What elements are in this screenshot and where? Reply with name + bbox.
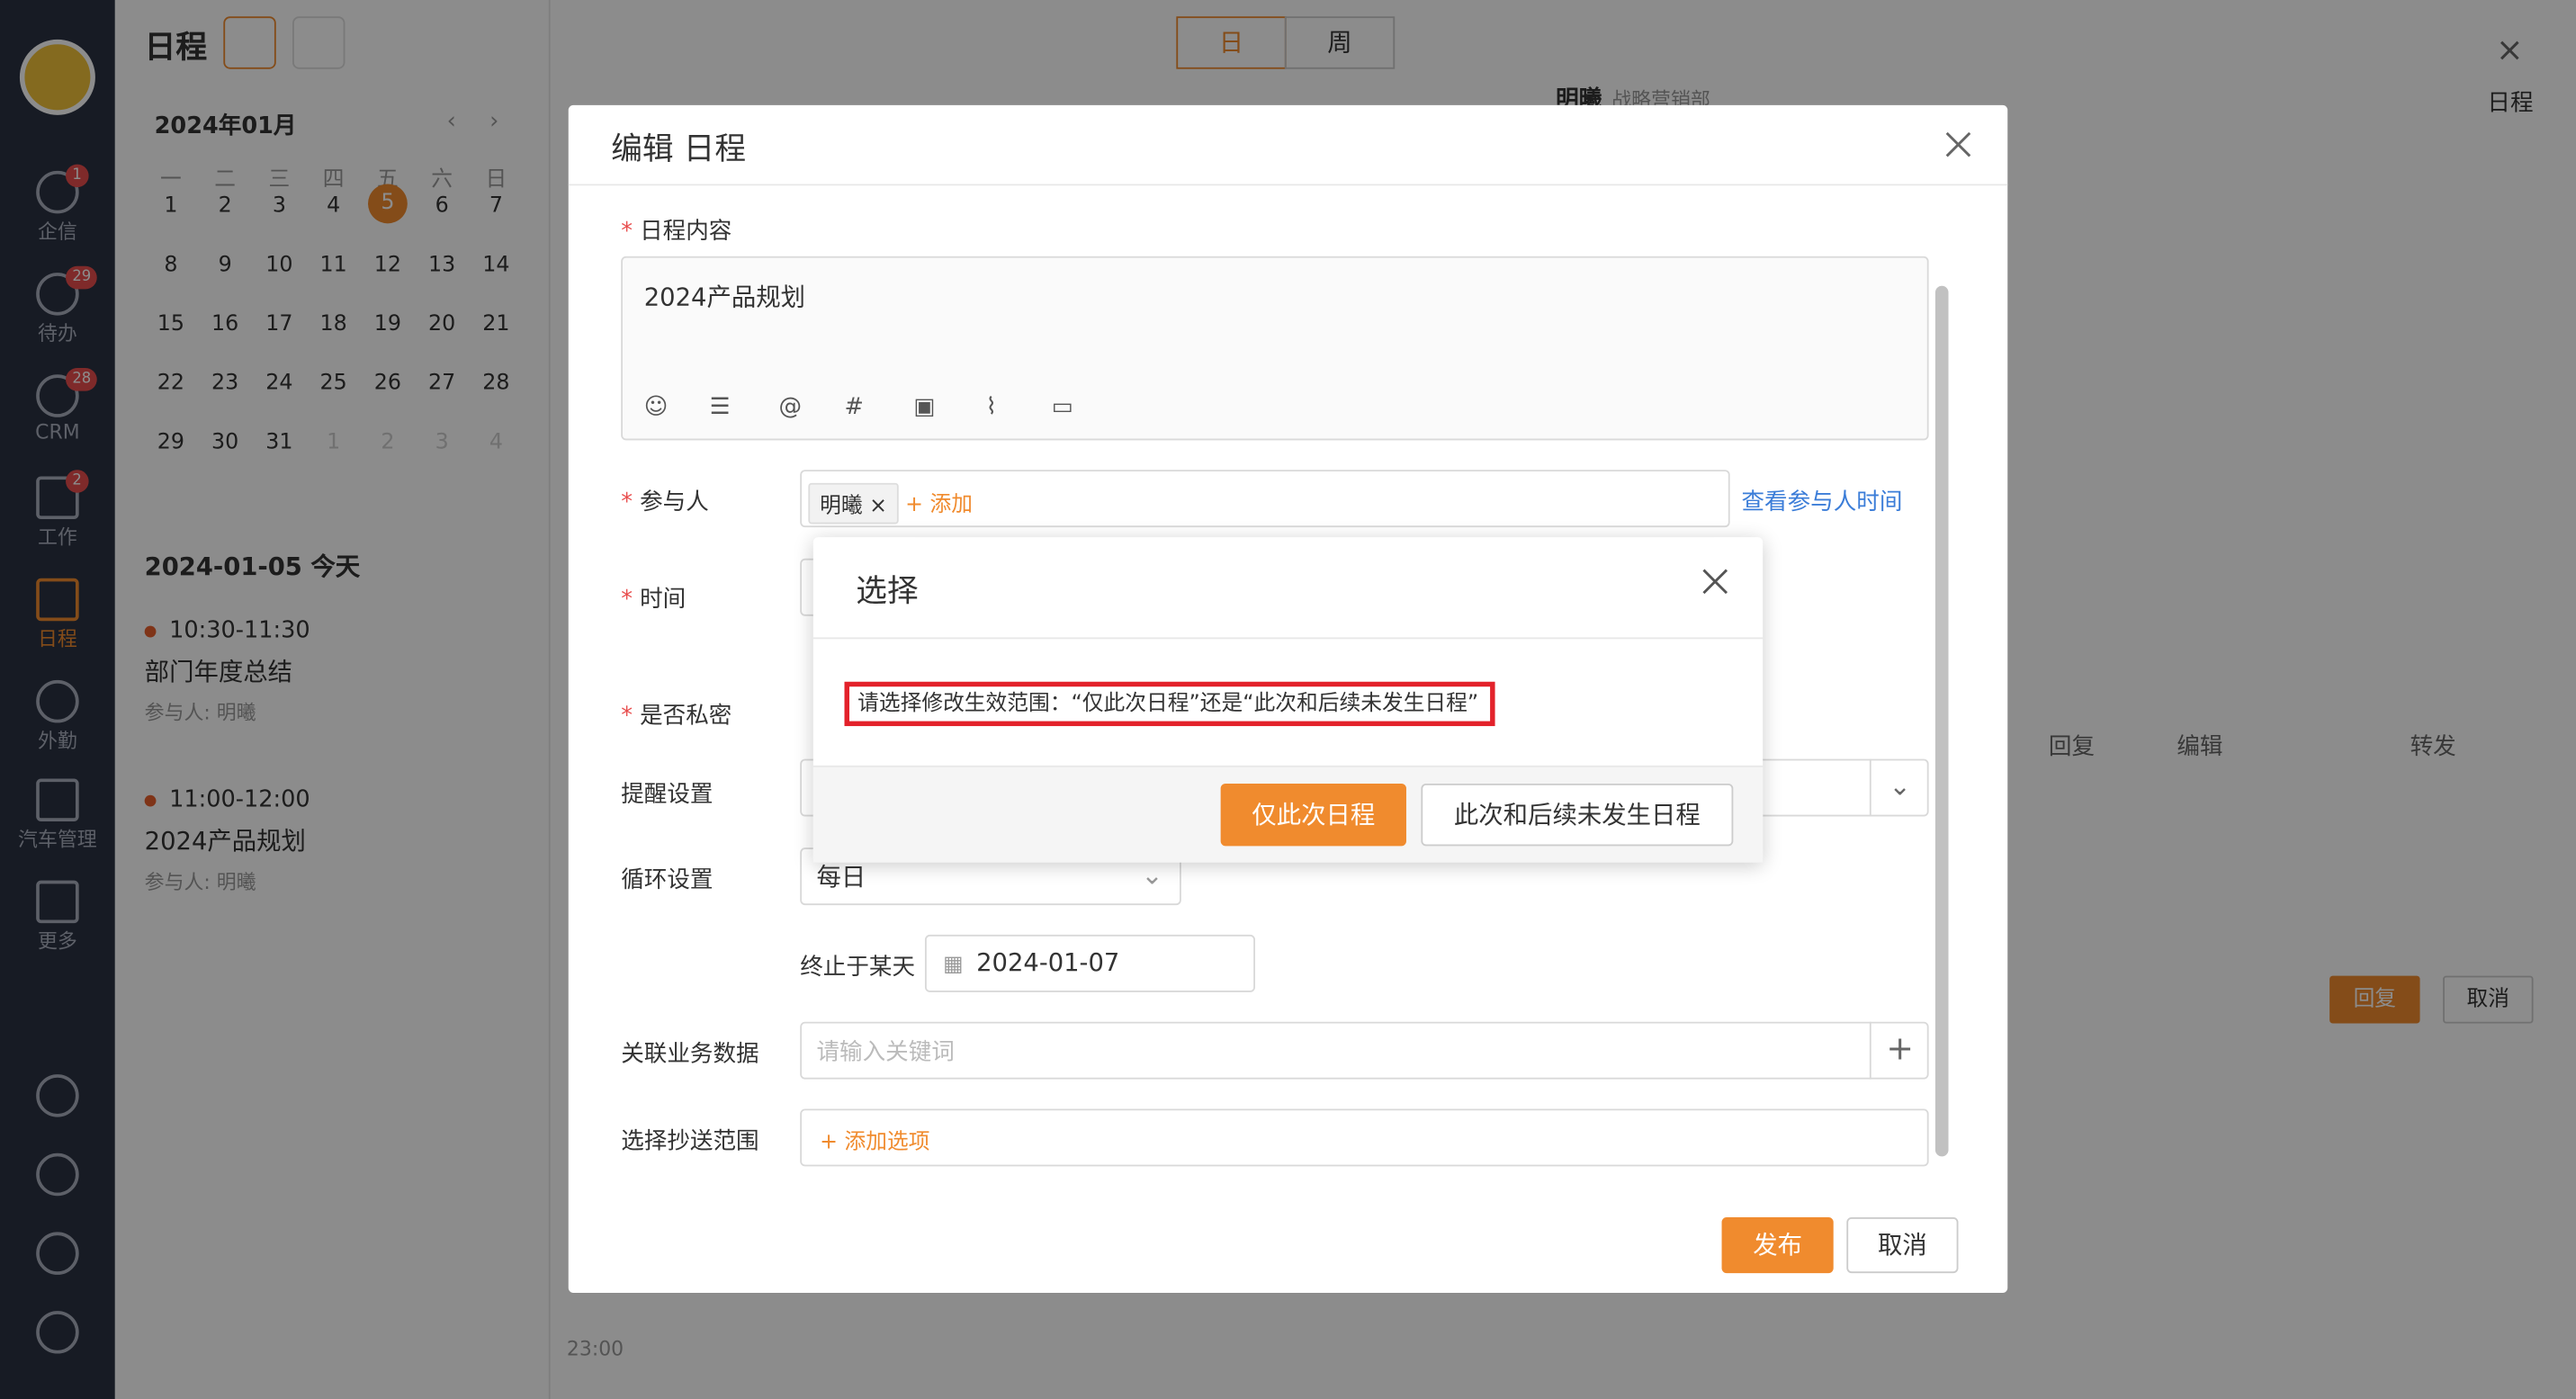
view-participant-time-link[interactable]: 查看参与人时间 [1741,485,1902,518]
divider [568,184,2008,186]
chevron-down-icon: ⌄ [1141,858,1163,891]
participant-name: 明曦 [820,494,863,519]
related-label: 关联业务数据 [621,1041,759,1068]
scrollbar[interactable] [1934,285,1949,1157]
chevron-down-icon[interactable]: ⌄ [1869,758,1929,817]
this-and-future-button[interactable]: 此次和后续未发生日程 [1421,783,1734,847]
end-date-input[interactable]: ▦ 2024-01-07 [924,934,1255,992]
related-placeholder: 请输入关键词 [816,1039,955,1067]
scope-message: 请选择修改生效范围：“仅此次日程”还是“此次和后续未发生日程” [844,681,1495,727]
time-label: 时间 [621,581,686,614]
dialog-title: 编辑 日程 [611,131,747,168]
content-label: 日程内容 [621,213,732,247]
add-participant-link[interactable]: + 添加 [905,486,973,517]
repeat-label: 循环设置 [621,867,714,894]
emoji-icon[interactable]: ☺ [644,394,669,420]
storage-icon[interactable]: ▭ [1052,394,1073,420]
related-search-input[interactable]: 请输入关键词 [800,1021,1929,1080]
participants-label: 参与人 [621,485,709,518]
participant-tag[interactable]: 明曦 × [808,482,899,525]
hashtag-icon[interactable]: # [845,394,864,420]
only-this-button[interactable]: 仅此次日程 [1220,783,1406,847]
list-icon[interactable]: ☰ [710,394,731,420]
private-label: 是否私密 [621,698,732,731]
divider [812,637,1764,640]
end-date-label: 终止于某天 [800,954,916,982]
calendar-icon: ▦ [943,953,964,978]
plus-icon[interactable]: + [1869,1021,1929,1080]
close-icon[interactable] [1942,128,1975,161]
content-value[interactable]: 2024产品规划 [644,279,805,313]
select-scope-dialog: 选择 请选择修改生效范围：“仅此次日程”还是“此次和后续未发生日程” 仅此次日程… [812,537,1764,863]
cancel-button[interactable]: 取消 [1846,1216,1959,1274]
close-icon[interactable] [1697,563,1733,599]
attachment-icon[interactable]: ⌇ [986,394,997,420]
content-editor[interactable] [621,256,1929,441]
cc-field[interactable]: + 添加选项 [800,1108,1929,1167]
publish-button[interactable]: 发布 [1721,1216,1834,1274]
repeat-value: 每日 [816,862,866,892]
reminder-label: 提醒设置 [621,782,714,809]
cc-label: 选择抄送范围 [621,1128,759,1155]
dialog-title: 选择 [856,573,919,610]
end-date-value: 2024-01-07 [976,947,1120,978]
mention-icon[interactable]: @ [778,394,802,420]
image-icon[interactable]: ▣ [913,394,935,420]
remove-tag-icon[interactable]: × [869,495,887,519]
add-cc-link[interactable]: + 添加选项 [820,1130,929,1154]
